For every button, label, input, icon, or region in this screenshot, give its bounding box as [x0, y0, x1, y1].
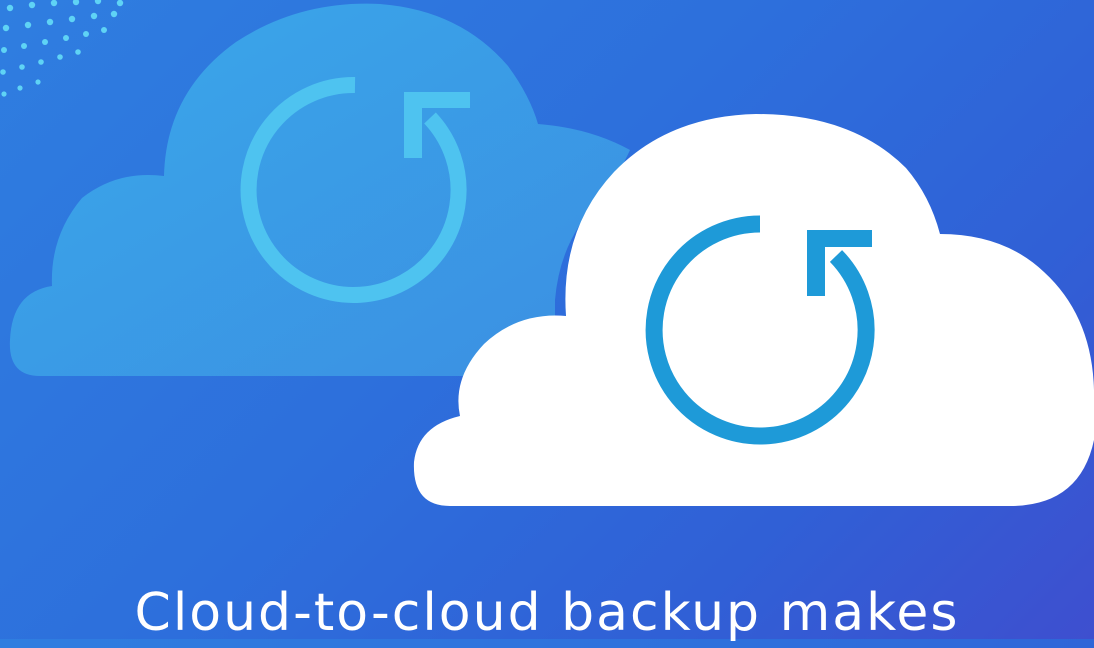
- front-cloud-icon: [413, 114, 1094, 506]
- illustration-scene: Cloud-to-cloud backup makes: [0, 0, 1094, 643]
- headline-text: Cloud-to-cloud backup makes: [134, 583, 960, 643]
